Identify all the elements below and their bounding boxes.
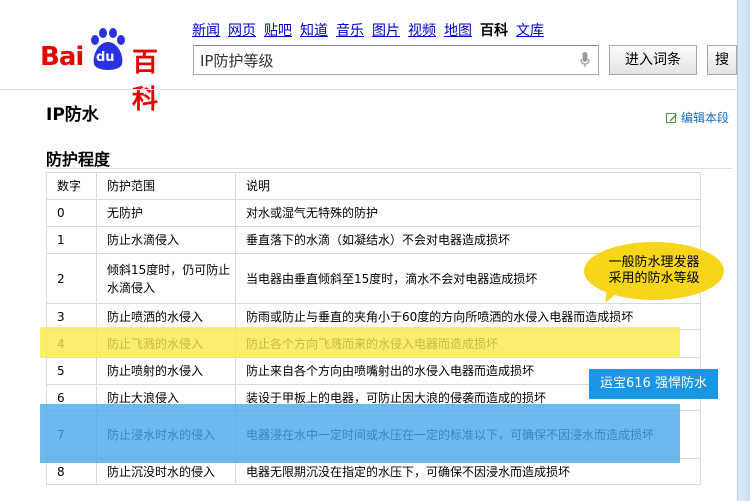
edit-icon: [666, 113, 677, 123]
row-scope: 倾斜15度时，仍可防止水滴侵入: [96, 253, 236, 304]
table-row: 3 防止喷洒的水侵入 防雨或防止与垂直的夹角小于60度的方向所喷洒的水侵入电器而…: [46, 303, 701, 330]
top-nav: 新闻 网页 贴吧 知道 音乐 图片 视频 地图 百科 文库: [192, 20, 552, 40]
nav-item-baike[interactable]: 百科: [480, 23, 508, 39]
edit-section-link[interactable]: 编辑本段: [666, 109, 729, 126]
entry-title: IP防水: [46, 105, 99, 125]
row-number: 2: [46, 253, 97, 304]
search-input[interactable]: [194, 46, 570, 74]
ip-rating-table: 数字 防护范围 说明 0 无防护 对水或湿气无特殊的防护 1 防止水滴侵入 垂直…: [46, 172, 701, 485]
nav-item-wenku[interactable]: 文库: [516, 23, 544, 39]
row-scope: 无防护: [96, 199, 236, 227]
table-row: 4 防止飞溅的水侵入 防止各个方向飞溅而来的水侵入电器而造成损坏: [46, 329, 701, 358]
table-row: 0 无防护 对水或湿气无特殊的防护: [46, 199, 701, 227]
row-scope: 防止水滴侵入: [96, 226, 236, 254]
search-box: [193, 45, 599, 75]
row-description: 电器无限期沉没在指定的水压下，可确保不因浸水而造成损坏: [235, 458, 701, 485]
microphone-icon[interactable]: [580, 52, 590, 68]
section-title: 防护程度: [46, 150, 111, 169]
bubble-line-1: 一般防水理发器: [608, 255, 700, 270]
header-number: 数字: [46, 172, 97, 200]
nav-item-map[interactable]: 地图: [444, 23, 472, 39]
logo-du-text: du: [96, 50, 115, 65]
search-button[interactable]: 搜: [707, 45, 737, 75]
blue-callout-label: 运宝616 强悍防水: [589, 369, 718, 399]
edit-section-label: 编辑本段: [681, 111, 730, 125]
table-row: 8 防止沉没时水的侵入 电器无限期沉没在指定的水压下，可确保不因浸水而造成损坏: [46, 458, 701, 485]
row-number: 3: [46, 303, 97, 330]
section-divider: [46, 168, 732, 169]
logo-bai-text: Bai: [40, 42, 84, 72]
row-scope: 防止喷洒的水侵入: [96, 303, 236, 330]
row-description: 防止各个方向飞溅而来的水侵入电器而造成损坏: [235, 329, 701, 358]
enter-entry-button[interactable]: 进入词条: [609, 45, 697, 75]
nav-item-images[interactable]: 图片: [372, 23, 400, 39]
row-scope: 防止喷射的水侵入: [96, 357, 236, 385]
row-scope: 防止沉没时水的侵入: [96, 458, 236, 485]
row-scope: 防止飞溅的水侵入: [96, 329, 236, 358]
row-scope: 防止浸水时水的侵入: [96, 410, 236, 459]
row-description: 电器浸在水中一定时间或水压在一定的标准以下，可确保不因浸水而造成损坏: [235, 410, 701, 459]
yellow-speech-bubble: 一般防水理发器 采用的防水等级: [584, 242, 724, 300]
row-number: 5: [46, 357, 97, 385]
nav-item-web[interactable]: 网页: [228, 23, 256, 39]
row-description: 防雨或防止与垂直的夹角小于60度的方向所喷洒的水侵入电器而造成损坏: [235, 303, 701, 330]
table-row: 1 防止水滴侵入 垂直落下的水滴（如凝结水）不会对电器造成损坏: [46, 226, 701, 254]
table-row: 7 防止浸水时水的侵入 电器浸在水中一定时间或水压在一定的标准以下，可确保不因浸…: [46, 410, 701, 459]
nav-item-news[interactable]: 新闻: [192, 23, 220, 39]
row-scope: 防止大浪侵入: [96, 384, 236, 411]
nav-item-zhidao[interactable]: 知道: [300, 23, 328, 39]
row-number: 1: [46, 226, 97, 254]
header-scope: 防护范围: [96, 172, 236, 200]
nav-item-music[interactable]: 音乐: [336, 23, 364, 39]
logo-baike-text: 百科: [132, 48, 158, 115]
row-number: 8: [46, 458, 97, 485]
nav-item-video[interactable]: 视频: [408, 23, 436, 39]
row-number: 0: [46, 199, 97, 227]
baidu-baike-logo[interactable]: Bai du 百科: [40, 28, 180, 115]
page-edge-strip: [737, 0, 750, 501]
row-description: 对水或湿气无特殊的防护: [235, 199, 701, 227]
row-number: 4: [46, 329, 97, 358]
bubble-line-2: 采用的防水等级: [608, 271, 700, 286]
header-divider: [0, 89, 737, 90]
nav-item-tieba[interactable]: 贴吧: [264, 23, 292, 39]
header-description: 说明: [235, 172, 701, 200]
row-number: 6: [46, 384, 97, 411]
table-header-row: 数字 防护范围 说明: [46, 172, 701, 200]
row-number: 7: [46, 410, 97, 459]
